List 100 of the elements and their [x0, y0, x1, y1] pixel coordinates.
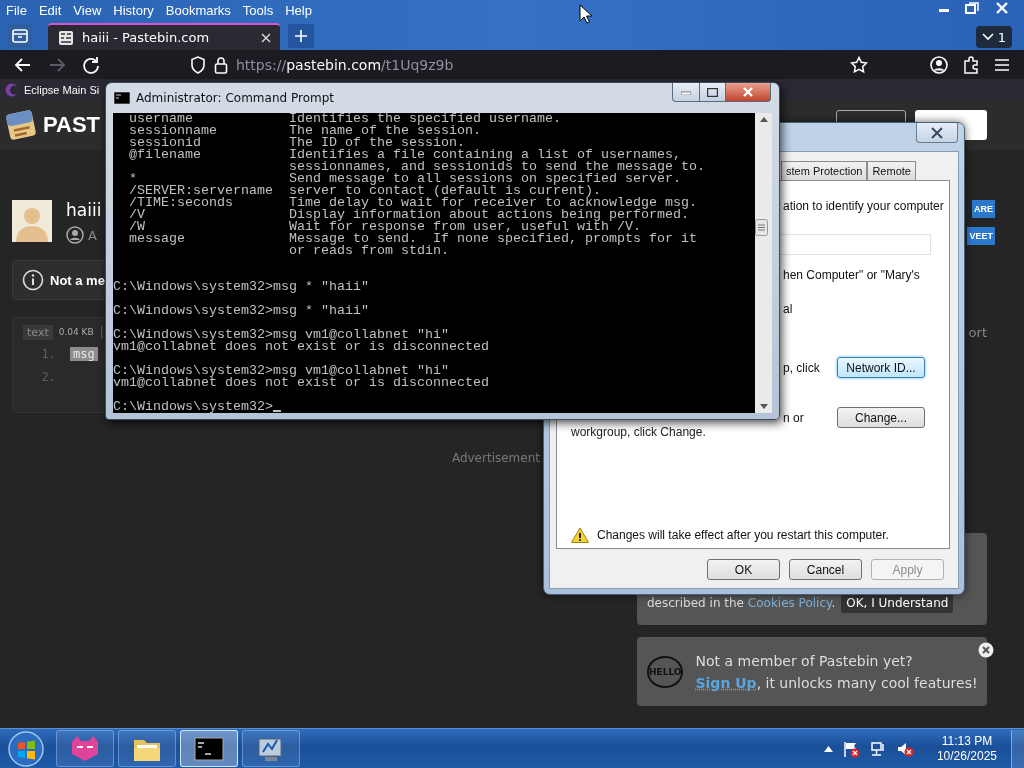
author-name[interactable]: A	[88, 227, 97, 243]
menu-item[interactable]: Help	[279, 3, 318, 18]
option-description: Display information about actions being performed.	[289, 209, 689, 221]
user-icon	[66, 226, 84, 244]
dialog-button[interactable]: Cancel	[789, 559, 862, 580]
menu-icon[interactable]	[994, 57, 1010, 72]
avatar-icon	[12, 200, 52, 242]
network-id-button[interactable]: Network ID...	[837, 357, 925, 378]
taskbar-app-button[interactable]	[118, 730, 176, 767]
menu-item[interactable]: File	[0, 3, 33, 18]
option-description: Wait for response from user, useful with /V.	[289, 221, 641, 233]
share-button[interactable]: VEET	[967, 227, 995, 245]
command-line: C:\Windows\system32>msg vm1@collabnet "hi"	[113, 329, 449, 341]
command-line: C:\Windows\system32>msg vm1@collabnet "hi"	[113, 365, 449, 377]
maximize-icon	[707, 87, 718, 97]
close-icon	[742, 87, 754, 97]
paste-size: 0.04 KB	[58, 327, 94, 337]
browser-tab[interactable]: haiii - Pastebin.com	[48, 23, 280, 50]
option-name: message	[128, 233, 186, 245]
dialog-button[interactable]: OK	[707, 559, 780, 580]
account-icon[interactable]	[930, 55, 948, 74]
cookie-text: described in the Cookies Policy.	[647, 596, 836, 612]
option-description: sessionnames, and sessionids to send the message to.	[289, 161, 705, 173]
computer-description-field[interactable]	[777, 234, 931, 255]
paste-title: haiii	[66, 200, 102, 220]
instruction-text: p, click	[783, 360, 821, 375]
instruction-text: n or	[783, 410, 805, 425]
star-icon[interactable]	[850, 55, 868, 74]
chevron-up-icon[interactable]	[823, 745, 833, 752]
option-name: sessionid	[128, 137, 202, 149]
separator: |	[99, 325, 104, 339]
option-name: /TIME:seconds	[128, 197, 234, 209]
clock[interactable]: 11:13 PM 10/26/2025	[936, 733, 997, 764]
label-text: al	[783, 302, 793, 316]
plus-icon	[294, 29, 308, 43]
command-output: vm1@collabnet does not exist or is disconnected	[113, 341, 489, 353]
option-name: /W	[128, 221, 146, 233]
dialog-tab[interactable]: Remote	[867, 161, 916, 180]
command-line: C:\Windows\system32>	[113, 401, 273, 413]
option-name: @filename	[128, 149, 202, 161]
tab-list-button[interactable]	[8, 24, 32, 48]
tab-title: haiii - Pastebin.com	[82, 30, 211, 45]
command-output: vm1@collabnet does not exist or is disconnected	[113, 377, 489, 389]
close-icon	[930, 126, 944, 139]
close-icon[interactable]	[977, 642, 994, 658]
info-icon	[22, 269, 44, 291]
tab-count-button[interactable]: 1	[975, 26, 1012, 48]
bookmark-item[interactable]: Eclipse Main Si	[5, 82, 100, 97]
close-button[interactable]	[726, 83, 771, 102]
signup-question: Not a member of Pastebin yet?	[695, 652, 914, 669]
scrollbar-thumb-icon[interactable]	[755, 219, 768, 236]
option-description: Send message to all sessions on specified server.	[289, 173, 681, 185]
option-description: Time delay to wait for receiver to acknowledge msg.	[289, 197, 697, 209]
minimize-button[interactable]	[672, 83, 700, 102]
arrow-down-icon[interactable]	[759, 404, 768, 409]
flag-icon[interactable]	[841, 739, 860, 758]
dialog-tab[interactable]: stem Protection	[781, 161, 868, 180]
notice-text: Not a me	[50, 272, 105, 288]
moon-icon	[5, 82, 19, 97]
reload-button[interactable]	[81, 54, 101, 75]
network-icon[interactable]	[868, 739, 887, 758]
change-button[interactable]: Change...	[837, 407, 925, 428]
side-link[interactable]: ort	[968, 325, 987, 340]
new-tab-button[interactable]	[288, 24, 314, 48]
accept-button[interactable]: OK, I Understand	[841, 593, 954, 613]
option-description: The name of the session.	[289, 125, 481, 137]
option-description: Identifies a file containing a list of usernames,	[289, 149, 681, 161]
warning-icon	[571, 527, 589, 543]
share-button[interactable]: ARE	[972, 200, 995, 218]
favicon-icon	[58, 29, 74, 46]
restore-icon[interactable]	[962, 0, 982, 16]
menu-item[interactable]: Edit	[32, 3, 68, 18]
syntax-tag[interactable]: text	[23, 324, 53, 340]
command-line: C:\Windows\system32>msg * "haii"	[113, 281, 369, 293]
minimize-icon	[681, 89, 691, 95]
maximize-button[interactable]	[700, 83, 726, 102]
option-name: sessionname	[128, 125, 218, 137]
option-description: server to contact (default is current).	[289, 185, 601, 197]
mouse-pointer-icon	[579, 4, 592, 24]
shield-icon	[190, 55, 206, 74]
tray-icon	[12, 29, 28, 43]
close-icon[interactable]	[260, 31, 272, 44]
site-logo[interactable]: PAST	[43, 112, 101, 138]
puzzle-icon[interactable]	[962, 55, 980, 74]
option-name: *	[128, 173, 137, 185]
example-text: hen Computer" or "Mary's	[783, 268, 920, 282]
lock-icon	[214, 55, 228, 74]
close-button[interactable]	[916, 123, 958, 143]
url-text[interactable]: https://pastebin.com/t1Uq9z9b	[236, 56, 454, 73]
taskbar-app-button[interactable]	[180, 730, 238, 767]
signup-text: Sign Up, it unlocks many cool features!	[695, 674, 978, 691]
menu-item[interactable]: History	[107, 3, 160, 18]
start-button[interactable]	[6, 728, 46, 768]
option-description: Message to send. If none specified, prompts for it	[289, 233, 697, 245]
menu-item[interactable]: View	[67, 3, 108, 18]
scrollbar[interactable]	[755, 113, 772, 413]
option-description: or reads from stdin.	[289, 245, 449, 257]
menu-item[interactable]: Tools	[236, 3, 280, 18]
arrow-up-icon[interactable]	[759, 117, 768, 122]
menu-item[interactable]: Bookmarks	[159, 3, 237, 18]
